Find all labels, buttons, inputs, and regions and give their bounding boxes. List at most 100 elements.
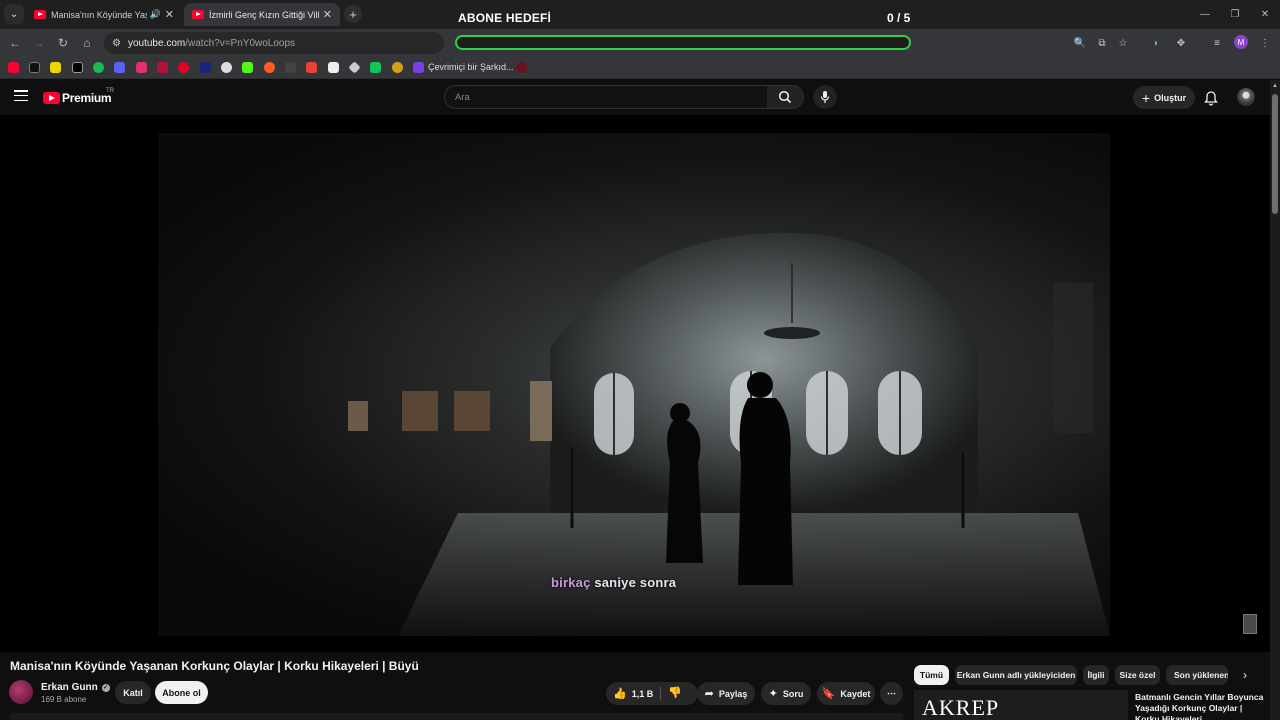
site-info-icon[interactable]: ⚙ [112, 38, 121, 49]
share-button[interactable]: ➦ Paylaş [697, 682, 755, 705]
recommendation-thumbnail[interactable]: AKREP [914, 690, 1128, 720]
video-subtitle: birkaç saniye sonra [551, 575, 676, 590]
media-control-icon[interactable]: ≡ [1208, 34, 1226, 52]
create-button[interactable]: + Oluştur [1133, 86, 1195, 109]
new-tab-button[interactable]: + [344, 5, 362, 23]
microphone-icon [820, 91, 830, 103]
video-frame [158, 133, 1110, 636]
extension-wave-icon[interactable]: ◗ [1147, 34, 1165, 52]
discord-bookmark-icon[interactable] [114, 62, 125, 73]
bookmarks-bar: Çevrimiçi bir Şarkıd... [0, 57, 1280, 79]
channel-watermark[interactable] [1243, 614, 1257, 634]
thumbs-down-icon[interactable]: 👎 [668, 686, 682, 699]
channel-name[interactable]: Erkan Gunn [41, 682, 98, 693]
red-bookmark-icon[interactable] [157, 62, 168, 73]
youtube-premium-logo[interactable]: Premium TR [43, 88, 114, 105]
spotify-bookmark-icon[interactable] [93, 62, 104, 73]
tab-close-icon[interactable]: ✕ [323, 8, 332, 21]
save-button[interactable]: 🔖 Kaydet [817, 682, 875, 705]
instagram-bookmark-icon[interactable] [136, 62, 147, 73]
chip-all[interactable]: Tümü [914, 665, 949, 685]
tab-izmirli[interactable]: İzmirli Genç Kızın Gittiği Villada ✕ [184, 3, 340, 26]
url-host: youtube.com [127, 37, 186, 49]
bookmark-star-icon[interactable]: ☆ [1114, 34, 1132, 52]
subscriber-count: 169 B abone [41, 695, 87, 704]
search-input[interactable]: Ara [444, 85, 768, 109]
notifications-bell-icon[interactable] [1203, 90, 1219, 106]
orange-bookmark-icon[interactable] [264, 62, 275, 73]
account-avatar[interactable] [1237, 88, 1255, 106]
like-dislike-group: 👍 1,1 B 👎 [606, 682, 698, 705]
subtitle-highlight: birkaç [551, 575, 591, 590]
forward-icon[interactable]: → [30, 34, 48, 52]
install-app-icon[interactable]: ⧉ [1093, 34, 1111, 52]
subscriber-goal-title: ABONE HEDEFİ [458, 11, 552, 25]
tab-search-menu-icon[interactable]: ⌄ [4, 4, 24, 24]
restore-icon[interactable]: ❐ [1220, 0, 1250, 29]
minimize-icon[interactable]: — [1190, 0, 1220, 29]
tab-close-icon[interactable]: ✕ [165, 8, 174, 21]
chip-from-uploader[interactable]: Erkan Gunn adlı yükleyiciden [955, 665, 1077, 685]
youtube-favicon-icon [34, 10, 46, 19]
speaker-icon[interactable]: 🔊 [150, 9, 161, 20]
zoom-icon[interactable]: 🔍 [1071, 34, 1089, 52]
recommendation-title[interactable]: Batmanlı Gencin Yıllar Boyunca Yaşadığı … [1135, 692, 1265, 720]
bookmark-label[interactable]: Çevrimiçi bir Şarkıd... [428, 62, 514, 72]
close-window-icon[interactable]: ✕ [1250, 0, 1280, 29]
thumbs-up-icon[interactable]: 👍 [613, 687, 627, 700]
github-bookmark-icon[interactable] [221, 62, 232, 73]
music-bookmark-icon[interactable] [413, 62, 424, 73]
youtube-favicon-icon [192, 10, 204, 19]
chip-for-you[interactable]: Size özel [1115, 665, 1160, 685]
more-actions-button[interactable]: ⋯ [880, 682, 903, 705]
browser-menu-icon[interactable]: ⋮ [1256, 34, 1274, 52]
kick-bookmark-icon[interactable] [242, 62, 253, 73]
yellow-bookmark-icon[interactable] [392, 62, 403, 73]
scrollbar-thumb[interactable] [1272, 94, 1278, 214]
diamond-bookmark-icon[interactable] [348, 61, 361, 74]
video-player[interactable]: birkaç saniye sonra [0, 115, 1270, 652]
reload-icon[interactable]: ↻ [54, 34, 72, 52]
subscribe-button[interactable]: Abone ol [155, 681, 208, 704]
tab-title: Manisa'nın Köyünde Yaşanan Korkunç Olayl… [51, 9, 147, 20]
create-label: Oluştur [1154, 92, 1187, 103]
channel-name-row[interactable]: Erkan Gunn ✓ [41, 682, 110, 693]
home-icon[interactable]: ⌂ [78, 34, 96, 52]
share-label: Paylaş [718, 688, 748, 699]
address-bar[interactable]: ⚙ youtube.com /watch?v=PnY0woLoops [104, 32, 444, 54]
plus-icon: + [1141, 89, 1151, 106]
browser-toolbar: ← → ↻ ⌂ ⚙ youtube.com /watch?v=PnY0woLoo… [0, 29, 1280, 57]
chip-recent[interactable]: Son yüklenenler [1166, 665, 1228, 685]
like-divider [660, 687, 661, 700]
tab-manisa[interactable]: Manisa'nın Köyünde Yaşanan Korkunç Olayl… [26, 3, 182, 26]
slash-bookmark-icon[interactable] [285, 62, 296, 73]
notion-bookmark-icon[interactable] [328, 62, 339, 73]
like-count[interactable]: 1,1 B [632, 689, 654, 699]
chip-related[interactable]: İlgili [1083, 665, 1109, 685]
share-arrow-icon: ➦ [704, 688, 714, 700]
youtube-header: Premium TR Ara + Oluştur [0, 80, 1280, 115]
pinterest-bookmark-icon[interactable] [178, 62, 189, 73]
channel-avatar[interactable] [9, 680, 33, 704]
youtube-bookmark-icon[interactable] [8, 62, 19, 73]
dark-red-bookmark-icon[interactable] [516, 62, 527, 73]
voice-search-button[interactable] [813, 85, 837, 109]
profile-avatar-icon[interactable]: M [1234, 35, 1248, 49]
extensions-puzzle-icon[interactable]: ✥ [1172, 34, 1190, 52]
green-bookmark-icon[interactable] [370, 62, 381, 73]
x-bookmark-icon[interactable] [72, 62, 83, 73]
menu-icon[interactable] [14, 90, 28, 102]
join-button[interactable]: Katıl [115, 681, 151, 704]
back-icon[interactable]: ← [6, 34, 24, 52]
s-bookmark-icon[interactable] [50, 62, 61, 73]
more-dots-icon: ⋯ [887, 688, 896, 698]
tiktok-bookmark-icon[interactable] [29, 62, 40, 73]
ask-button[interactable]: ✦ Soru [761, 682, 811, 705]
scroll-up-arrow-icon[interactable]: ▲ [1272, 83, 1278, 89]
chips-next-chevron-icon[interactable]: › [1236, 667, 1254, 683]
page-scrollbar[interactable]: ▲ [1270, 80, 1280, 720]
blue-bookmark-icon[interactable] [200, 62, 211, 73]
search-button[interactable] [767, 85, 804, 109]
gmail-bookmark-icon[interactable] [306, 62, 317, 73]
subtitle-rest: saniye sonra [590, 575, 677, 590]
